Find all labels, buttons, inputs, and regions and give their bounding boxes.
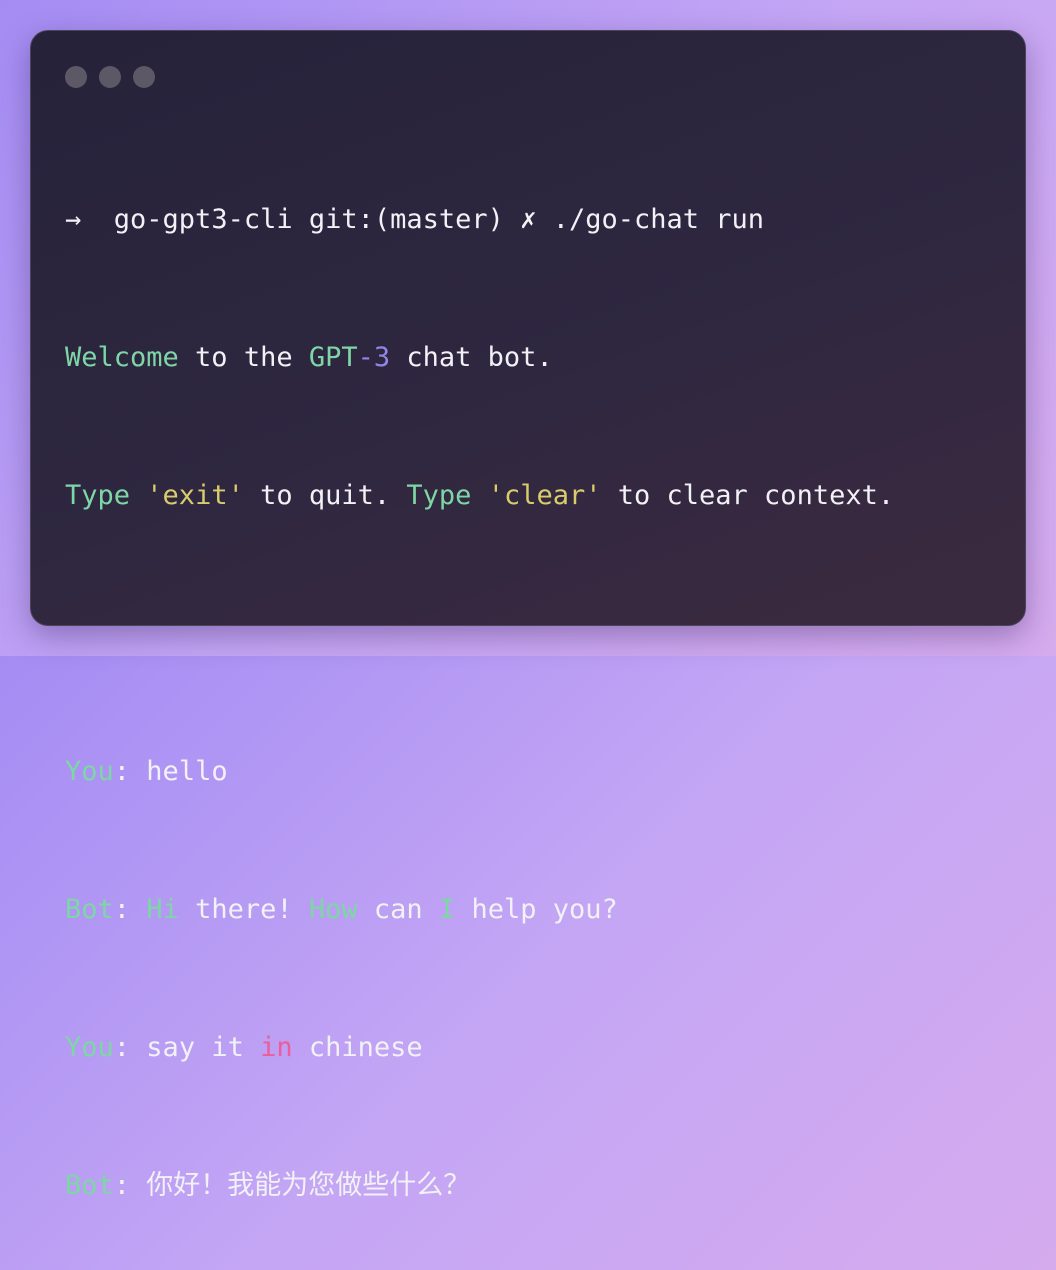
prompt-line: → go-gpt3-cli git:(master) ✗ ./go-chat r…: [65, 197, 894, 242]
message-text: say it: [130, 1032, 261, 1063]
exit-command: 'exit': [146, 480, 244, 511]
message-speaker: Bot: [65, 894, 114, 925]
maximize-button[interactable]: [133, 66, 155, 88]
welcome-end: chat bot.: [390, 342, 553, 373]
message-text: there!: [178, 894, 309, 925]
prompt-command: ./go-chat run: [552, 204, 765, 235]
chat-message: Bot: 你好！我能为您做些什么？: [65, 1163, 894, 1208]
message-text: 你好！我能为您做些什么？: [130, 1170, 471, 1201]
message-keyword: Hi: [146, 894, 179, 925]
instructions-line: Type 'exit' to quit. Type 'clear' to cle…: [65, 473, 894, 518]
message-separator: :: [113, 894, 131, 925]
window-controls: [65, 66, 155, 88]
message-separator: :: [113, 756, 131, 787]
dirty-mark-icon: ✗: [520, 204, 537, 235]
welcome-gpt: GPT: [308, 342, 358, 373]
instruction-type-1: Type: [65, 480, 131, 511]
message-separator: :: [113, 1032, 131, 1063]
welcome-line: Welcome to the GPT-3 chat bot.: [65, 335, 894, 380]
prompt-directory: go-gpt3-cli: [113, 204, 293, 235]
message-text: help you?: [455, 894, 618, 925]
message-text: chinese: [292, 1032, 423, 1063]
message-keyword: How: [308, 894, 358, 925]
instruction-text-1: to quit.: [243, 480, 407, 511]
close-button[interactable]: [65, 66, 87, 88]
welcome-version: -3: [357, 342, 391, 373]
message-text: [130, 894, 146, 925]
instruction-space-1: [130, 480, 146, 511]
prompt-arrow-icon: →: [65, 204, 82, 235]
message-keyword: in: [260, 1032, 293, 1063]
message-speaker: You: [65, 756, 114, 787]
terminal-output[interactable]: → go-gpt3-cli git:(master) ✗ ./go-chat r…: [65, 135, 894, 1270]
instruction-type-2: Type: [406, 480, 472, 511]
message-text: hello: [130, 756, 228, 787]
chat-message: You: hello: [65, 749, 894, 794]
message-keyword: I: [438, 894, 456, 925]
message-speaker: Bot: [65, 1170, 114, 1201]
welcome-word: Welcome: [65, 342, 179, 373]
instruction-space-2: [471, 480, 487, 511]
clear-command: 'clear': [487, 480, 602, 511]
welcome-text: to the: [178, 342, 309, 373]
prompt-git-branch: git:(master): [308, 204, 504, 235]
message-separator: :: [113, 1170, 131, 1201]
chat-message: You: say it in chinese: [65, 1025, 894, 1070]
message-speaker: You: [65, 1032, 114, 1063]
message-text: can: [357, 894, 439, 925]
minimize-button[interactable]: [99, 66, 121, 88]
chat-message: Bot: Hi there! How can I help you?: [65, 887, 894, 932]
instruction-text-2: to clear context.: [601, 480, 895, 511]
terminal-window: → go-gpt3-cli git:(master) ✗ ./go-chat r…: [30, 30, 1026, 1201]
